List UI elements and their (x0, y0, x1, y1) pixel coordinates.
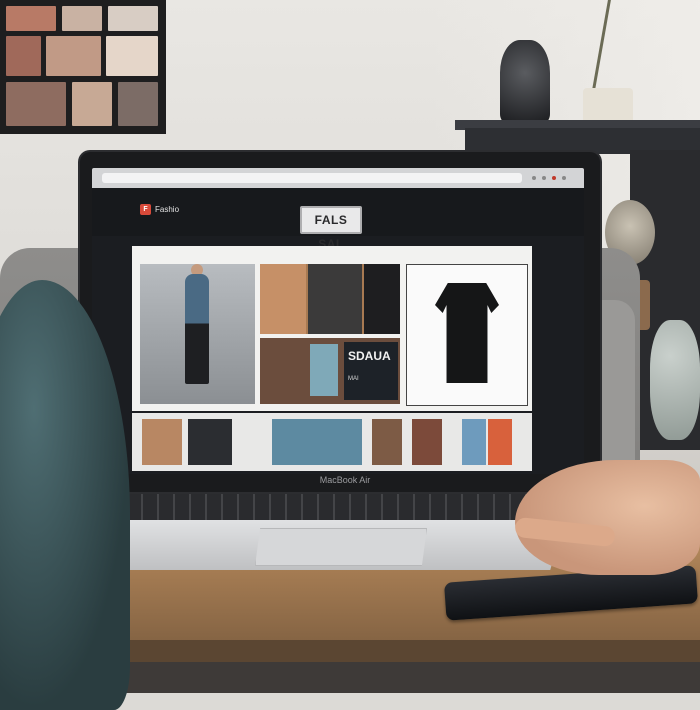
collage-panel (364, 264, 400, 334)
product-thumb[interactable] (272, 419, 362, 465)
browser-icon[interactable] (552, 176, 556, 180)
statue (500, 40, 550, 122)
browser-toolbar (92, 168, 584, 188)
product-thumb[interactable] (188, 419, 232, 465)
plant-right (650, 320, 700, 440)
address-bar[interactable] (102, 173, 522, 183)
hero-heading (262, 252, 402, 260)
table-edge (100, 640, 700, 662)
product-tile-tshirt[interactable] (406, 264, 528, 406)
shirt-image (310, 344, 338, 396)
product-thumb[interactable] (142, 419, 182, 465)
laptop-trackpad[interactable] (255, 528, 427, 566)
site-header: F Fashio FALS SAL (92, 188, 584, 251)
collage-panel (260, 264, 306, 334)
model-figure (185, 274, 209, 384)
promo-subtitle: MAI (348, 376, 359, 382)
site-logo[interactable]: F Fashio (140, 202, 200, 216)
browser-icon[interactable] (542, 176, 546, 180)
browser-icon[interactable] (532, 176, 536, 180)
laptop-model-label: MacBook Air (319, 475, 371, 485)
table-underside (100, 662, 700, 693)
collage-panel (308, 264, 362, 334)
promo-tile[interactable]: SDAUA MAI (260, 338, 400, 404)
hero-section: SDAUA MAI (132, 246, 532, 411)
product-strip (132, 413, 532, 471)
product-thumb[interactable] (462, 419, 486, 465)
product-tile-collage[interactable] (260, 264, 400, 334)
sale-badge[interactable]: FALS SAL (300, 206, 362, 251)
product-thumb[interactable] (488, 419, 512, 465)
tshirt-image (435, 283, 499, 383)
product-tile-model[interactable] (140, 264, 255, 404)
photo-collage-frame (0, 0, 166, 134)
promo-title: SDAUA (348, 349, 391, 363)
product-thumb[interactable] (412, 419, 442, 465)
site-nav (422, 200, 572, 210)
browser-icon[interactable] (562, 176, 566, 180)
logo-mark: F (140, 203, 151, 215)
logo-text: Fashio (155, 204, 180, 214)
laptop-screen: F Fashio FALS SAL SDAUA MAI (92, 168, 584, 474)
product-thumb[interactable] (372, 419, 402, 465)
